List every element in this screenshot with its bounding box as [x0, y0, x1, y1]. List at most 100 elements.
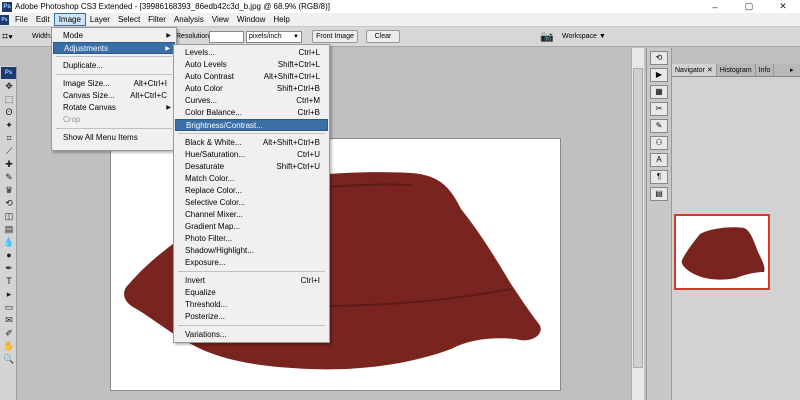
menu-edit[interactable]: Edit: [32, 13, 54, 26]
crop-tool-icon[interactable]: ⌗▾: [2, 30, 22, 44]
menu-item-rotate-canvas[interactable]: Rotate Canvas ▶: [53, 102, 175, 114]
blur-icon[interactable]: 💧: [2, 236, 16, 248]
path-selection-icon[interactable]: ▸: [2, 288, 16, 300]
menu-window[interactable]: Window: [233, 13, 269, 26]
type-icon[interactable]: T: [2, 275, 16, 287]
brush-icon[interactable]: ✎: [2, 171, 16, 183]
swatches-icon[interactable]: ▦: [650, 85, 668, 99]
menu-item-levels[interactable]: Levels... Ctrl+L: [175, 47, 328, 59]
magic-wand-icon[interactable]: ✦: [2, 119, 16, 131]
scrollbar-thumb[interactable]: [633, 68, 643, 368]
close-icon[interactable]: ✕: [707, 67, 713, 74]
menu-item-label: Auto Contrast: [185, 72, 234, 81]
menu-analysis[interactable]: Analysis: [170, 13, 208, 26]
clear-button[interactable]: Clear: [366, 30, 400, 43]
menu-item-selective-color[interactable]: Selective Color...: [175, 197, 328, 209]
slice-icon[interactable]: ⟋: [2, 145, 16, 157]
panel-tabs: Navigator ✕ Histogram Info ▸: [672, 64, 800, 77]
navigator-thumbnail: [681, 227, 765, 280]
menu-item-replace-color[interactable]: Replace Color...: [175, 185, 328, 197]
clone-stamp-icon[interactable]: ♛: [2, 184, 16, 196]
menu-item-match-color[interactable]: Match Color...: [175, 173, 328, 185]
menu-item-channel-mixer[interactable]: Channel Mixer...: [175, 209, 328, 221]
menu-item-equalize[interactable]: Equalize: [175, 287, 328, 299]
brushes-icon[interactable]: ✎: [650, 119, 668, 133]
lasso-icon[interactable]: ʘ: [2, 106, 16, 118]
resolution-unit-select[interactable]: pixels/inch ▼: [246, 31, 302, 43]
menu-image[interactable]: Image: [53, 13, 86, 26]
menu-item-black-white[interactable]: Black & White... Alt+Shift+Ctrl+B: [175, 137, 328, 149]
menu-item-label: Brightness/Contrast...: [186, 121, 263, 130]
menu-item-desaturate[interactable]: Desaturate Shift+Ctrl+U: [175, 161, 328, 173]
menu-item-invert[interactable]: Invert Ctrl+I: [175, 275, 328, 287]
tab-navigator[interactable]: Navigator ✕: [672, 64, 717, 76]
menu-item-threshold[interactable]: Threshold...: [175, 299, 328, 311]
menu-item-photo-filter[interactable]: Photo Filter...: [175, 233, 328, 245]
menu-item-canvas-size[interactable]: Canvas Size... Alt+Ctrl+C: [53, 90, 175, 102]
notes-icon[interactable]: ✉: [2, 314, 16, 326]
navigator-preview[interactable]: [674, 214, 770, 290]
tab-histogram[interactable]: Histogram: [717, 64, 756, 76]
gradient-icon[interactable]: ▤: [2, 223, 16, 235]
menu-view[interactable]: View: [208, 13, 233, 26]
menu-select[interactable]: Select: [114, 13, 144, 26]
menu-item-curves[interactable]: Curves... Ctrl+M: [175, 95, 328, 107]
menu-item-label: Auto Color: [185, 84, 223, 93]
menu-item-shadow-highlight[interactable]: Shadow/Highlight...: [175, 245, 328, 257]
resolution-input[interactable]: [209, 31, 244, 43]
tab-info[interactable]: Info: [756, 64, 775, 76]
marquee-icon[interactable]: ⬚: [2, 93, 16, 105]
close-button[interactable]: ✕: [766, 0, 800, 13]
menu-item-show-all-menu-items[interactable]: Show All Menu Items: [53, 132, 175, 144]
submenu-arrow-icon: ▶: [166, 33, 171, 39]
eraser-icon[interactable]: ◫: [2, 210, 16, 222]
history-brush-icon[interactable]: ⟲: [2, 197, 16, 209]
workspace-menu[interactable]: Workspace ▼: [562, 32, 606, 42]
panel-menu-icon[interactable]: ▸: [790, 64, 800, 76]
menu-item-shortcut: Ctrl+M: [296, 96, 320, 105]
move-icon[interactable]: ✥: [2, 80, 16, 92]
menu-item-posterize[interactable]: Posterize...: [175, 311, 328, 323]
menu-item-auto-color[interactable]: Auto Color Shift+Ctrl+B: [175, 83, 328, 95]
menu-filter[interactable]: Filter: [144, 13, 170, 26]
menu-item-variations[interactable]: Variations...: [175, 329, 328, 341]
menu-item-label: Desaturate: [185, 162, 225, 171]
workspace-camera-icon[interactable]: 📷▾: [540, 30, 558, 57]
menu-item-brightness-contrast[interactable]: Brightness/Contrast...: [175, 119, 328, 131]
shape-icon[interactable]: ▭: [2, 301, 16, 313]
menu-item-label: Gradient Map...: [185, 222, 241, 231]
crop-icon[interactable]: ⌗: [2, 132, 16, 144]
menu-item-crop: Crop: [53, 114, 175, 126]
paragraph-icon[interactable]: ¶: [650, 170, 668, 184]
menu-item-auto-contrast[interactable]: Auto Contrast Alt+Shift+Ctrl+L: [175, 71, 328, 83]
menu-item-adjustments[interactable]: Adjustments ▶: [53, 42, 175, 54]
vertical-scrollbar[interactable]: [631, 48, 644, 400]
hand-icon[interactable]: ✋: [2, 340, 16, 352]
minimize-button[interactable]: –: [698, 0, 732, 13]
menu-item-duplicate[interactable]: Duplicate...: [53, 60, 175, 72]
menu-item-exposure[interactable]: Exposure...: [175, 257, 328, 269]
history-icon[interactable]: ⟲: [650, 51, 668, 65]
tool-presets-icon[interactable]: ✂: [650, 102, 668, 116]
menu-item-shortcut: Ctrl+B: [297, 108, 320, 117]
healing-brush-icon[interactable]: ✚: [2, 158, 16, 170]
dodge-icon[interactable]: ●: [2, 249, 16, 261]
menu-item-color-balance[interactable]: Color Balance... Ctrl+B: [175, 107, 328, 119]
menu-item-hue-saturation[interactable]: Hue/Saturation... Ctrl+U: [175, 149, 328, 161]
menu-help[interactable]: Help: [269, 13, 293, 26]
layer-comps-icon[interactable]: ▤: [650, 187, 668, 201]
character-icon[interactable]: A: [650, 153, 668, 167]
menu-file[interactable]: File: [11, 13, 32, 26]
clone-source-icon[interactable]: ⚇: [650, 136, 668, 150]
menu-layer[interactable]: Layer: [86, 13, 114, 26]
zoom-icon[interactable]: 🔍: [2, 353, 16, 365]
menu-item-image-size[interactable]: Image Size... Alt+Ctrl+I: [53, 78, 175, 90]
front-image-button[interactable]: Front Image: [312, 30, 358, 43]
menu-item-mode[interactable]: Mode ▶: [53, 30, 175, 42]
eyedropper-icon[interactable]: ✐: [2, 327, 16, 339]
pen-icon[interactable]: ✒: [2, 262, 16, 274]
actions-icon[interactable]: ▶: [650, 68, 668, 82]
maximize-button[interactable]: ▢: [732, 0, 766, 13]
menu-item-auto-levels[interactable]: Auto Levels Shift+Ctrl+L: [175, 59, 328, 71]
menu-item-gradient-map[interactable]: Gradient Map...: [175, 221, 328, 233]
